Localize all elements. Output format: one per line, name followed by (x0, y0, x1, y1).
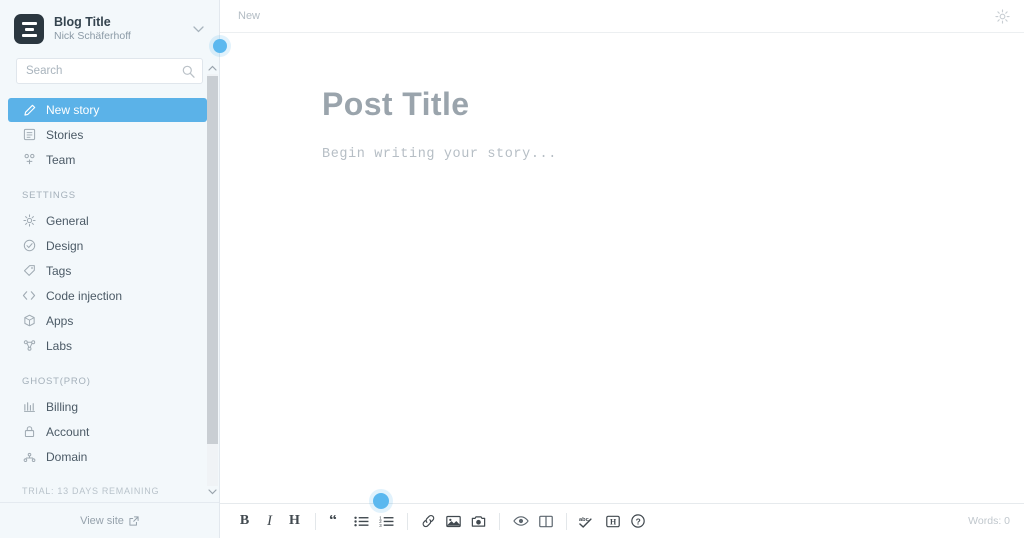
toolbar-divider (315, 512, 316, 530)
preview-eye-icon[interactable] (509, 509, 532, 533)
svg-text:3: 3 (379, 523, 382, 528)
gear-icon[interactable] (992, 6, 1012, 26)
gear-icon (22, 214, 36, 228)
toolbar-divider (566, 512, 567, 530)
heading-button[interactable]: H (283, 509, 306, 533)
search-container (0, 58, 219, 84)
scrollbar-track[interactable] (207, 74, 218, 486)
sidebar-item-label: Design (46, 238, 84, 253)
external-link-icon (129, 515, 139, 526)
post-body-input[interactable]: Begin writing your story... (322, 147, 1024, 162)
search-icon[interactable] (182, 65, 195, 78)
sidebar-item-label: Labs (46, 338, 73, 353)
blog-title: Blog Title (54, 15, 111, 29)
sidebar-item-domain[interactable]: Domain (0, 444, 219, 469)
markdown-icon[interactable]: H (601, 509, 624, 533)
ordered-list-icon[interactable]: 123 (375, 509, 398, 533)
chevron-down-icon[interactable] (191, 22, 205, 36)
help-icon[interactable]: ? (626, 509, 649, 533)
sidebar-item-label: Team (46, 152, 76, 167)
ghost-logo-icon (14, 14, 44, 44)
scroll-drag-handle[interactable] (213, 39, 227, 53)
pencil-icon (22, 103, 36, 117)
svg-text:“: “ (329, 515, 337, 528)
sidebar-section-settings: SETTINGS (22, 190, 76, 201)
sidebar-item-label: New story (46, 103, 100, 117)
chevron-up-icon[interactable] (206, 62, 219, 74)
search-box[interactable] (16, 58, 203, 84)
split-pane-icon[interactable] (534, 509, 557, 533)
sidebar-item-billing[interactable]: Billing (0, 394, 219, 419)
camera-icon[interactable] (467, 509, 490, 533)
paintbrush-icon (22, 239, 36, 253)
italic-button[interactable]: I (258, 509, 281, 533)
blog-meta: Blog Title Nick Schäferhoff (54, 15, 191, 43)
toolbar-divider (407, 512, 408, 530)
apps-cube-icon (22, 314, 36, 328)
editor-topbar: New (220, 0, 1024, 33)
blockquote-icon[interactable]: “ (325, 509, 348, 533)
post-status-label: New (238, 10, 261, 22)
sidebar-nav: New story Stories Team SETTINGS General … (0, 98, 219, 502)
sidebar-item-new-story[interactable]: New story (8, 98, 207, 122)
blog-author: Nick Schäferhoff (54, 30, 131, 42)
main-area: New Post Title Begin writing your story.… (220, 0, 1024, 538)
chevron-down-icon[interactable] (206, 486, 219, 498)
sidebar-item-label: Domain (46, 449, 88, 464)
lock-icon (22, 425, 36, 439)
sidebar-item-stories[interactable]: Stories (0, 122, 219, 147)
sidebar-item-apps[interactable]: Apps (0, 308, 219, 333)
sidebar-item-general[interactable]: General (0, 208, 219, 233)
code-icon (22, 289, 36, 303)
image-icon[interactable] (442, 509, 465, 533)
spellcheck-icon[interactable]: abc (576, 509, 599, 533)
search-input[interactable] (26, 65, 182, 77)
sidebar-item-code-injection[interactable]: Code injection (0, 283, 219, 308)
toolbar-divider (499, 512, 500, 530)
sidebar-scrollbar[interactable] (206, 62, 219, 498)
sidebar-section-ghost-pro: GHOST(PRO) (22, 376, 91, 387)
unordered-list-icon[interactable] (350, 509, 373, 533)
svg-text:H: H (610, 517, 617, 526)
sidebar-item-tags[interactable]: Tags (0, 258, 219, 283)
content-list-icon (22, 128, 36, 142)
sidebar-footer: View site (0, 502, 219, 538)
sidebar-item-label: Stories (46, 127, 84, 142)
word-count: Words: 0 (968, 515, 1010, 527)
svg-text:?: ? (635, 516, 640, 526)
sidebar-item-account[interactable]: Account (0, 419, 219, 444)
labs-molecule-icon (22, 339, 36, 353)
trial-notice: TRIAL: 13 DAYS REMAINING (22, 486, 160, 496)
sidebar-item-labs[interactable]: Labs (0, 333, 219, 358)
blog-switcher[interactable]: Blog Title Nick Schäferhoff (0, 0, 219, 58)
sidebar-item-label: Billing (46, 399, 79, 414)
view-site-label: View site (80, 514, 124, 527)
sidebar-item-label: Apps (46, 313, 74, 328)
editor-canvas[interactable]: Post Title Begin writing your story... (220, 33, 1024, 503)
team-icon (22, 153, 36, 167)
tag-icon (22, 264, 36, 278)
post-title-input[interactable]: Post Title (322, 85, 1024, 123)
toolbar-drag-handle[interactable] (373, 493, 389, 509)
billing-icon (22, 400, 36, 414)
sidebar: Blog Title Nick Schäferhoff New story (0, 0, 220, 538)
domain-icon (22, 450, 36, 464)
view-site-link[interactable]: View site (80, 515, 139, 527)
sidebar-item-label: Code injection (46, 288, 123, 303)
editor-toolbar: B I H “ 123 abc H ? Words: 0 (220, 503, 1024, 538)
scrollbar-thumb[interactable] (207, 76, 218, 444)
app-root: Blog Title Nick Schäferhoff New story (0, 0, 1024, 538)
link-icon[interactable] (417, 509, 440, 533)
sidebar-item-label: Account (46, 424, 90, 439)
sidebar-item-label: Tags (46, 263, 72, 278)
toolbar-buttons: B I H “ 123 abc H ? (232, 509, 650, 533)
sidebar-item-label: General (46, 213, 89, 228)
bold-button[interactable]: B (233, 509, 256, 533)
sidebar-item-design[interactable]: Design (0, 233, 219, 258)
sidebar-item-team[interactable]: Team (0, 147, 219, 172)
